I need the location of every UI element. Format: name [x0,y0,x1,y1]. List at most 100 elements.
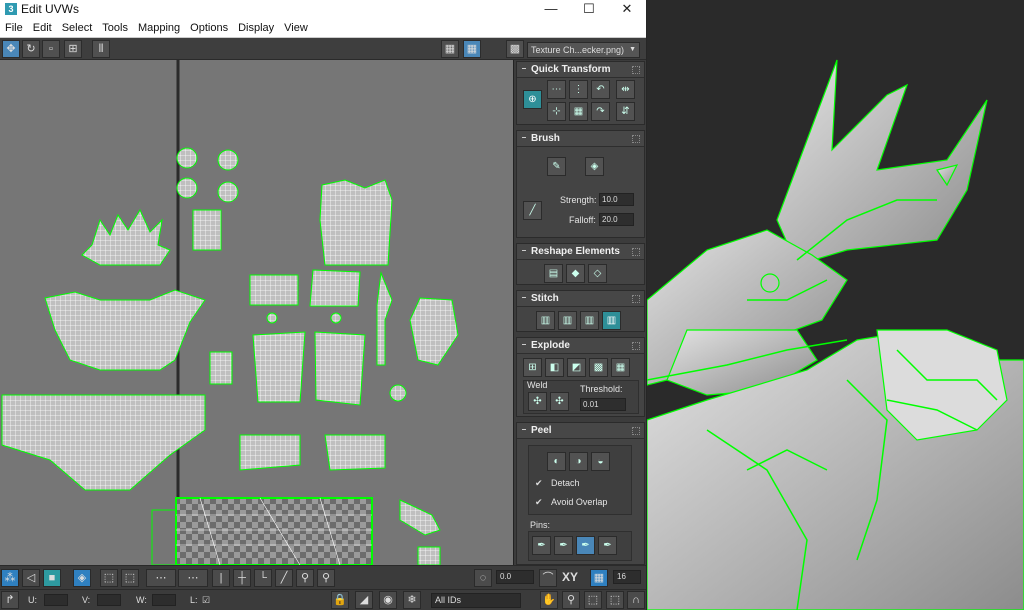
menu-select[interactable]: Select [57,22,98,34]
mirror-icon[interactable]: ⫴ [92,40,110,58]
weld-selected-icon[interactable]: ✣ [528,392,547,411]
face-mode-icon[interactable]: ■ [43,569,61,587]
xy-axis-label[interactable]: XY [562,570,578,584]
weld-target-icon[interactable]: ✣ [550,392,569,411]
w-coordinate-field[interactable] [152,594,176,606]
avoid-overlap-checkbox[interactable]: ✔ [535,497,545,507]
flatten-by-material-icon[interactable]: ◩ [567,358,586,377]
rotate-ccw-icon[interactable]: ↶ [591,80,610,99]
freeze-eye-icon[interactable]: ◉ [379,591,397,609]
lock-icon[interactable]: 🔒 [331,591,349,609]
flatten-icon[interactable]: ⊞ [523,358,542,377]
grid-size-spinner[interactable]: 16 [613,570,641,584]
soft-select-icon[interactable]: ⚲ [296,569,314,587]
lock-checkbox[interactable]: ☑ [202,595,210,606]
detach-checkbox[interactable]: ✔ [535,478,545,488]
brush-select-icon[interactable]: ╱ [275,569,293,587]
hide-icon[interactable]: ◢ [355,591,373,609]
gizmo-icon[interactable]: ⊕ [523,90,542,109]
select-inverse-icon[interactable]: └ [254,569,272,587]
edge-mode-icon[interactable]: ◁ [22,569,40,587]
uv-checker-block[interactable] [151,497,373,565]
peel-title[interactable]: Peel [517,423,644,439]
rotate-icon[interactable]: ↻ [22,40,40,58]
scale-icon[interactable]: ▫ [42,40,60,58]
v-coordinate-field[interactable] [97,594,121,606]
reshape-elements-title[interactable]: Reshape Elements [517,244,644,260]
u-coordinate-field[interactable] [44,594,68,606]
paint-move-icon[interactable]: ✎ [547,157,566,176]
paint-select-icon[interactable]: ┼ [233,569,251,587]
relax-brush-icon[interactable]: ◈ [585,157,604,176]
3d-viewport-character[interactable] [647,0,1024,610]
edge-loop-icon[interactable]: | [212,569,230,587]
menu-display[interactable]: Display [233,22,279,34]
move-icon[interactable]: ✥ [2,40,20,58]
peel-reset-icon[interactable]: ◒ [591,452,610,471]
explode-title[interactable]: Explode [517,338,644,354]
ring-selection-icon[interactable]: ⋯ [178,569,208,587]
stitch-target-icon[interactable]: ▥ [558,311,577,330]
checker-icon[interactable]: ▦ [441,40,459,58]
menu-view[interactable]: View [279,22,313,34]
space-vertical-icon[interactable]: ⇵ [616,102,635,121]
menu-file[interactable]: File [0,22,28,34]
rotate-cw-icon[interactable]: ↷ [591,102,610,121]
brush-stroke-icon[interactable]: ╱ [523,201,542,220]
flatten-by-smoothing-icon[interactable]: ◧ [545,358,564,377]
peel-mode-icon[interactable]: ◑ [569,452,588,471]
angle-spinner[interactable]: 0.0 [496,570,534,584]
quick-peel-icon[interactable]: ◐ [547,452,566,471]
loop-selection-icon[interactable]: ⋯ [146,569,176,587]
select-pins-icon[interactable]: ✒ [598,536,617,555]
element-mode-icon[interactable]: ◈ [73,569,91,587]
align-center-icon[interactable]: ⊹ [547,102,566,121]
snap-angle-icon[interactable]: ◌ [474,569,492,587]
menu-edit[interactable]: Edit [28,22,57,34]
zoom-icon[interactable]: ⚲ [562,591,580,609]
weld-all-icon[interactable]: ▦ [611,358,630,377]
show-map-icon[interactable]: ▦ [463,40,481,58]
grow-selection-icon[interactable]: ⬚ [121,569,139,587]
uv-editor-viewport[interactable] [0,60,513,565]
straighten-icon[interactable]: ▦ [569,102,588,121]
stitch-custom-icon[interactable]: ▥ [536,311,555,330]
stitch-average-icon[interactable]: ▥ [580,311,599,330]
snowflake-icon[interactable]: ❄ [403,591,421,609]
space-horizontal-icon[interactable]: ⇹ [616,80,635,99]
close-button[interactable]: ✕ [608,1,646,17]
brush-title[interactable]: Brush [517,131,644,147]
rotate-angle-icon[interactable]: ⌒ [539,569,557,587]
menu-tools[interactable]: Tools [97,22,133,34]
absolute-offset-icon[interactable]: ↱ [1,591,19,609]
threshold-spinner[interactable]: 0.01 [580,398,626,411]
falloff-select-icon[interactable]: ⚲ [317,569,335,587]
select-by-element-icon[interactable]: ⬚ [100,569,118,587]
align-horizontal-icon[interactable]: ⋯ [547,80,566,99]
pin-icon[interactable]: ✒ [532,536,551,555]
relax-icon[interactable]: ◆ [566,264,585,283]
snap-toggle-icon[interactable]: ∩ [627,591,645,609]
break-icon[interactable]: ▩ [589,358,608,377]
texture-dropdown[interactable]: Texture Ch...ecker.png) ▼ [527,42,640,58]
freeform-icon[interactable]: ⊞ [64,40,82,58]
pan-hand-icon[interactable]: ✋ [540,591,558,609]
menu-options[interactable]: Options [185,22,233,34]
strength-spinner[interactable]: 10.0 [599,193,634,206]
stitch-title[interactable]: Stitch [517,291,644,307]
align-vertical-icon[interactable]: ⋮ [569,80,588,99]
grid-snap-icon[interactable]: ▦ [590,569,608,587]
texture-checker-icon[interactable]: ▩ [506,40,524,58]
uv-head-cluster[interactable] [1,147,239,491]
zoom-region-icon[interactable]: ⬚ [584,591,602,609]
straighten-selection-icon[interactable]: ▤ [544,264,563,283]
relax-cube-icon[interactable]: ◇ [588,264,607,283]
auto-pin-icon[interactable]: ✒ [576,536,595,555]
unpin-icon[interactable]: ✒ [554,536,573,555]
menu-mapping[interactable]: Mapping [133,22,185,34]
minimize-button[interactable]: — [532,1,570,17]
falloff-spinner[interactable]: 20.0 [599,213,634,226]
quick-transform-title[interactable]: Quick Transform [517,62,644,78]
material-id-dropdown[interactable]: All IDs [431,593,521,608]
stitch-source-icon[interactable]: ▥ [602,311,621,330]
